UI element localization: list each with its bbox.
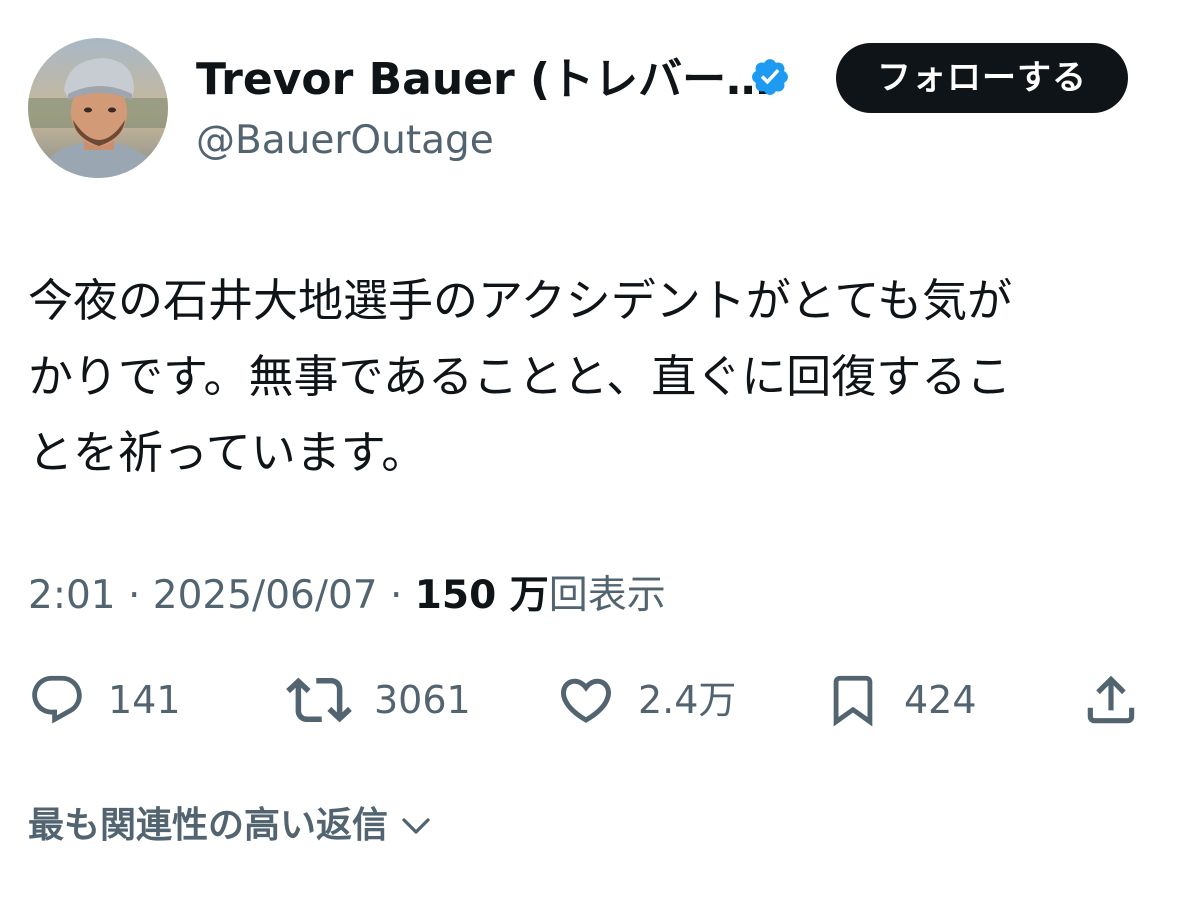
author-handle[interactable]: @BauerOutage — [196, 113, 494, 169]
tweet-text-line: 今夜の石井大地選手のアクシデントがとても気が — [28, 274, 1013, 327]
like-icon — [560, 678, 612, 723]
reply-icon — [32, 675, 82, 724]
like-count: 2.4万 — [638, 678, 737, 722]
verified-badge-icon — [749, 56, 791, 98]
chevron-down-icon — [402, 818, 430, 834]
reply-count: 141 — [108, 678, 181, 722]
bookmark-button[interactable]: 424 — [824, 668, 977, 732]
follow-button[interactable]: フォローする — [836, 43, 1128, 113]
avatar[interactable] — [28, 38, 168, 178]
tweet-meta: 2:01 · 2025/06/07 · 150 万回表示 — [28, 568, 666, 624]
avatar-photo — [28, 38, 168, 178]
retweet-count: 3061 — [374, 678, 471, 722]
reply-button[interactable]: 141 — [28, 668, 181, 732]
tweet-text-line: とを祈っています。 — [28, 426, 427, 479]
tweet-text: 今夜の石井大地選手のアクシデントがとても気が かりです。無事であることと、直ぐに… — [28, 263, 1158, 491]
tweet-detail: Trevor Bauer (トレバー… @BauerOutage フォローする … — [0, 0, 1179, 903]
views-count: 150 万 — [414, 573, 549, 618]
replies-sort-label: 最も関連性の高い返信 — [28, 805, 389, 846]
tweet-text-line: かりです。無事であることと、直ぐに回復するこ — [28, 350, 1012, 403]
tweet-date[interactable]: 2025/06/07 — [153, 573, 378, 618]
author-display-name[interactable]: Trevor Bauer (トレバー… — [196, 50, 770, 110]
meta-separator: · — [377, 573, 415, 618]
retweet-icon — [286, 677, 352, 723]
bookmark-count: 424 — [904, 678, 977, 722]
replies-sort-dropdown[interactable]: 最も関連性の高い返信 — [28, 798, 434, 854]
views-label: 回表示 — [548, 573, 666, 618]
share-button[interactable] — [1080, 668, 1142, 732]
bookmark-icon — [833, 675, 873, 727]
retweet-button[interactable]: 3061 — [286, 668, 471, 732]
meta-separator: · — [115, 573, 153, 618]
like-button[interactable]: 2.4万 — [556, 668, 736, 732]
tweet-time[interactable]: 2:01 — [28, 573, 116, 618]
share-icon — [1087, 675, 1135, 724]
